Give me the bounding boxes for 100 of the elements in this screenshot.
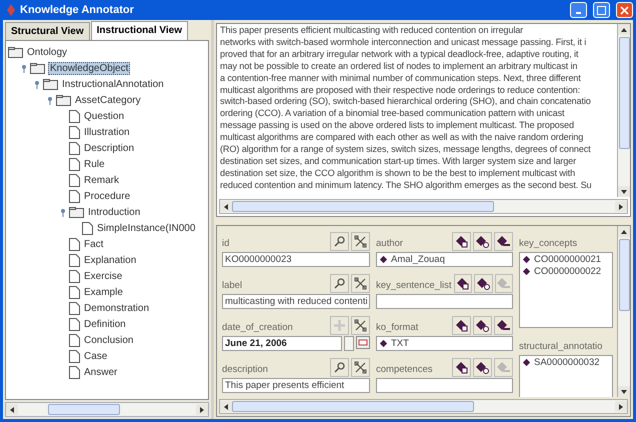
expanded-handle-icon[interactable] [21,64,27,72]
calendar-icon[interactable] [356,336,370,349]
create-button[interactable] [473,358,492,377]
search-button[interactable] [330,358,349,377]
close-button[interactable] [616,2,633,18]
arrow-right-icon[interactable] [618,402,624,410]
tree-item[interactable]: KnowledgeObject [48,62,130,74]
text-field[interactable]: KO0000000023 [222,252,370,267]
create-button[interactable] [474,274,492,293]
list-item[interactable]: CO0000000021 [534,254,602,265]
arrow-right-icon[interactable] [199,406,205,414]
tree-item[interactable]: SimpleInstance(IN000 [96,222,196,234]
document-icon [69,110,80,122]
tab[interactable]: Structural View [5,22,90,40]
vertical-scrollbar[interactable] [617,24,630,197]
delete-icon [354,235,367,248]
document-icon [69,318,80,330]
spinner-control[interactable] [344,336,354,351]
field-label: competences [376,364,434,377]
expanded-handle-icon[interactable] [47,96,53,104]
tree-item[interactable]: Description [83,142,136,154]
delete-button[interactable] [351,232,370,251]
expanded-handle-icon[interactable] [34,80,40,88]
text-field[interactable]: multicasting with reduced contenti [222,294,370,309]
arrow-down-icon[interactable] [620,188,628,194]
tree-item[interactable]: Fact [83,238,104,250]
minimize-button[interactable] [570,2,587,18]
tree-item[interactable]: Ontology [26,46,68,58]
tab[interactable]: Instructional View [90,21,188,40]
tree-item[interactable]: AssetCategory [74,94,142,106]
instance-icon [522,358,531,367]
instance-field[interactable]: Amal_Zouaq [376,252,513,267]
diamond-minus-icon [497,277,510,290]
tree-item[interactable]: Demonstration [83,302,150,314]
folder-icon [43,78,58,90]
search-button[interactable] [330,274,349,293]
arrow-down-icon[interactable] [620,388,628,394]
tree-item[interactable]: Explanation [83,254,138,266]
tree-item[interactable]: Definition [83,318,127,330]
search-button[interactable] [330,232,349,251]
list-item[interactable]: SA0000000032 [534,357,600,368]
tree-item[interactable]: Answer [83,366,118,378]
field-label: author [376,238,404,251]
instance-field[interactable] [376,294,513,309]
field-label: id [222,238,230,251]
instance-field[interactable] [376,378,513,393]
lock-button[interactable] [452,358,471,377]
field-label: ko_format [376,322,420,335]
arrow-left-icon[interactable] [223,202,229,210]
horizontal-scrollbar[interactable] [5,402,209,417]
search-icon [333,361,346,374]
tree-item[interactable]: InstructionalAnnotation [61,78,165,90]
diamond-lock-icon [455,235,468,248]
diamond-minus-icon [497,361,510,374]
lock-button[interactable] [452,316,471,335]
tree-item[interactable]: Procedure [83,190,132,202]
tree-item[interactable]: Example [83,286,124,298]
instance-field[interactable]: TXT [376,336,513,351]
expanded-handle-icon[interactable] [60,208,66,216]
arrow-left-icon[interactable] [9,406,15,414]
arrow-left-icon[interactable] [223,402,229,410]
plus-icon [333,319,346,332]
lock-button[interactable] [452,232,471,251]
folder-icon [69,206,84,218]
document-icon [69,286,80,298]
tree-item[interactable]: Question [83,110,126,122]
tree-item[interactable]: Conclusion [83,334,134,346]
create-button[interactable] [473,316,492,335]
document-icon [69,238,80,250]
tree-item[interactable]: Rule [83,158,106,170]
tree-item[interactable]: Introduction [87,206,142,218]
document-icon [69,174,80,186]
horizontal-scrollbar[interactable] [219,199,628,214]
tree-item[interactable]: Remark [83,174,120,186]
arrow-right-icon[interactable] [618,202,624,210]
tree-item[interactable]: Exercise [83,270,124,282]
tree-item[interactable]: Case [83,350,108,362]
lock-button[interactable] [454,274,472,293]
remove-button[interactable] [494,232,513,251]
maximize-button[interactable] [593,2,610,18]
date-field[interactable]: June 21, 2006 [222,336,342,351]
diamond-plus-icon [476,361,489,374]
arrow-up-icon[interactable] [620,228,628,234]
instance-icon [379,255,388,264]
delete-button[interactable] [351,316,370,335]
text-area[interactable]: This paper presents efficient [222,378,370,393]
vertical-scrollbar[interactable] [617,226,630,397]
delete-icon [354,361,367,374]
horizontal-scrollbar[interactable] [219,399,628,414]
field-label: date_of_creation [222,322,294,335]
remove-button[interactable] [494,316,513,335]
delete-button[interactable] [351,274,370,293]
arrow-up-icon[interactable] [620,26,628,32]
folder-icon [30,62,45,74]
list-item[interactable]: CO0000000022 [534,266,602,277]
folder-icon [8,46,23,58]
app-icon [6,4,16,16]
delete-button[interactable] [351,358,370,377]
tree-item[interactable]: Illustration [83,126,131,138]
create-button[interactable] [473,232,492,251]
